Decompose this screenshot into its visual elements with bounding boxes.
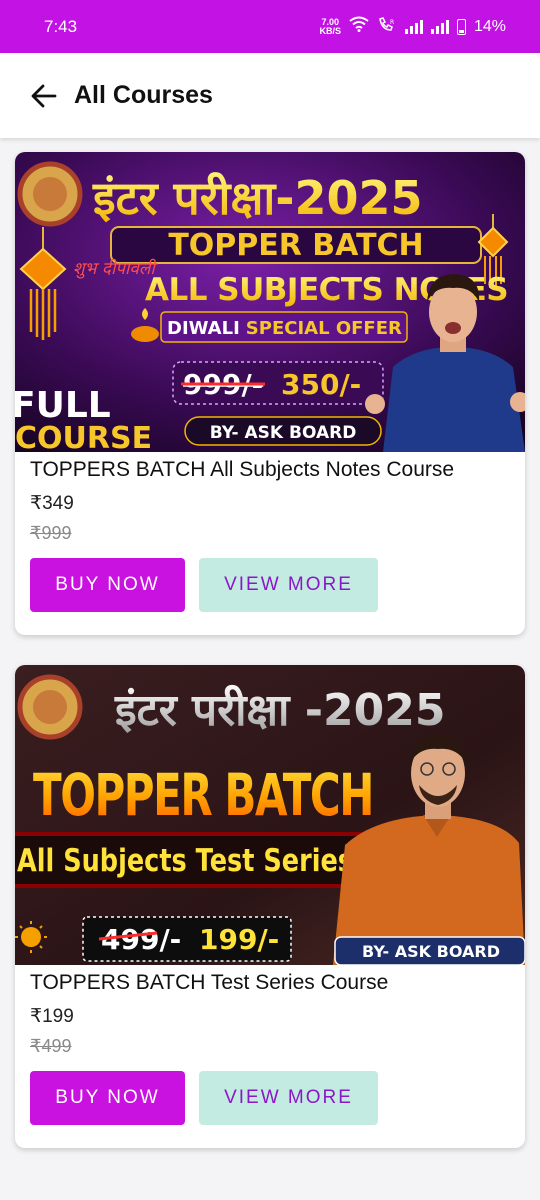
course-title: TOPPERS BATCH Test Series Course [30,971,389,994]
wifi-icon [349,16,369,37]
banner-subtitle: All Subjects Test Series [17,843,353,879]
course-original-price: ₹999 [30,523,72,543]
svg-text:DIWALISPECIAL OFFER: DIWALI SPECIAL OFFER [167,318,402,339]
banner-tag: TOPPER BATCH [168,228,423,263]
status-icons: 7.00 KB/S R 14% [319,16,506,37]
network-speed: 7.00 KB/S [319,17,341,36]
banner-tag: TOPPER BATCH [33,761,373,829]
status-time: 7:43 [44,16,78,36]
course-banner-image[interactable]: इंटर परीक्षा-2025 TOPPER BATCH शुभ दीपाव… [15,152,525,452]
banner-heading: इंटर परीक्षा -2025 [114,684,445,736]
banner-offer-prefix: DIWALI [167,318,240,339]
banner-new-price: 199/- [199,923,279,956]
buy-now-button[interactable]: BUY NOW [30,1071,185,1125]
buy-now-button[interactable]: BUY NOW [30,558,185,612]
app-bar: All Courses [0,53,540,138]
view-more-button[interactable]: VIEW MORE [199,1071,378,1125]
course-banner-image[interactable]: इंटर परीक्षा -2025 TOPPER BATCH All Subj… [15,665,525,965]
banner-by: BY- ASK BOARD [362,942,500,961]
course-original-price: ₹499 [30,1036,72,1056]
banner-badge-line1: FULL [15,385,111,426]
course-card[interactable]: इंटर परीक्षा -2025 TOPPER BATCH All Subj… [15,665,525,1148]
banner-offer-suffix: SPECIAL OFFER [246,318,402,339]
status-bar: 7:43 7.00 KB/S R 14% [0,0,540,53]
battery-level: 14% [473,17,506,35]
banner-by: BY- ASK BOARD [210,423,357,443]
view-more-button[interactable]: VIEW MORE [199,558,378,612]
banner-heading: इंटर परीक्षा-2025 [92,171,422,225]
course-actions: BUY NOW VIEW MORE [30,558,525,612]
course-card[interactable]: इंटर परीक्षा-2025 TOPPER BATCH शुभ दीपाव… [15,152,525,635]
banner-new-price: 350/- [281,368,361,401]
signal-icon-2 [430,19,449,34]
course-actions: BUY NOW VIEW MORE [30,1071,525,1125]
svg-text:R: R [390,19,394,26]
banner-old-price: 499/- [101,923,181,956]
back-button[interactable] [20,72,68,120]
course-price: ₹199 [30,1006,74,1027]
arrow-left-icon [31,84,57,107]
course-title: TOPPERS BATCH All Subjects Notes Course [30,458,455,481]
course-price: ₹349 [30,493,74,514]
signal-icon [404,19,423,34]
battery-icon [456,18,466,35]
banner-badge-line2: COURSE [15,421,152,452]
page-title: All Courses [74,81,213,109]
network-speed-unit: KB/S [319,25,341,36]
volte-call-icon: R [377,16,397,37]
